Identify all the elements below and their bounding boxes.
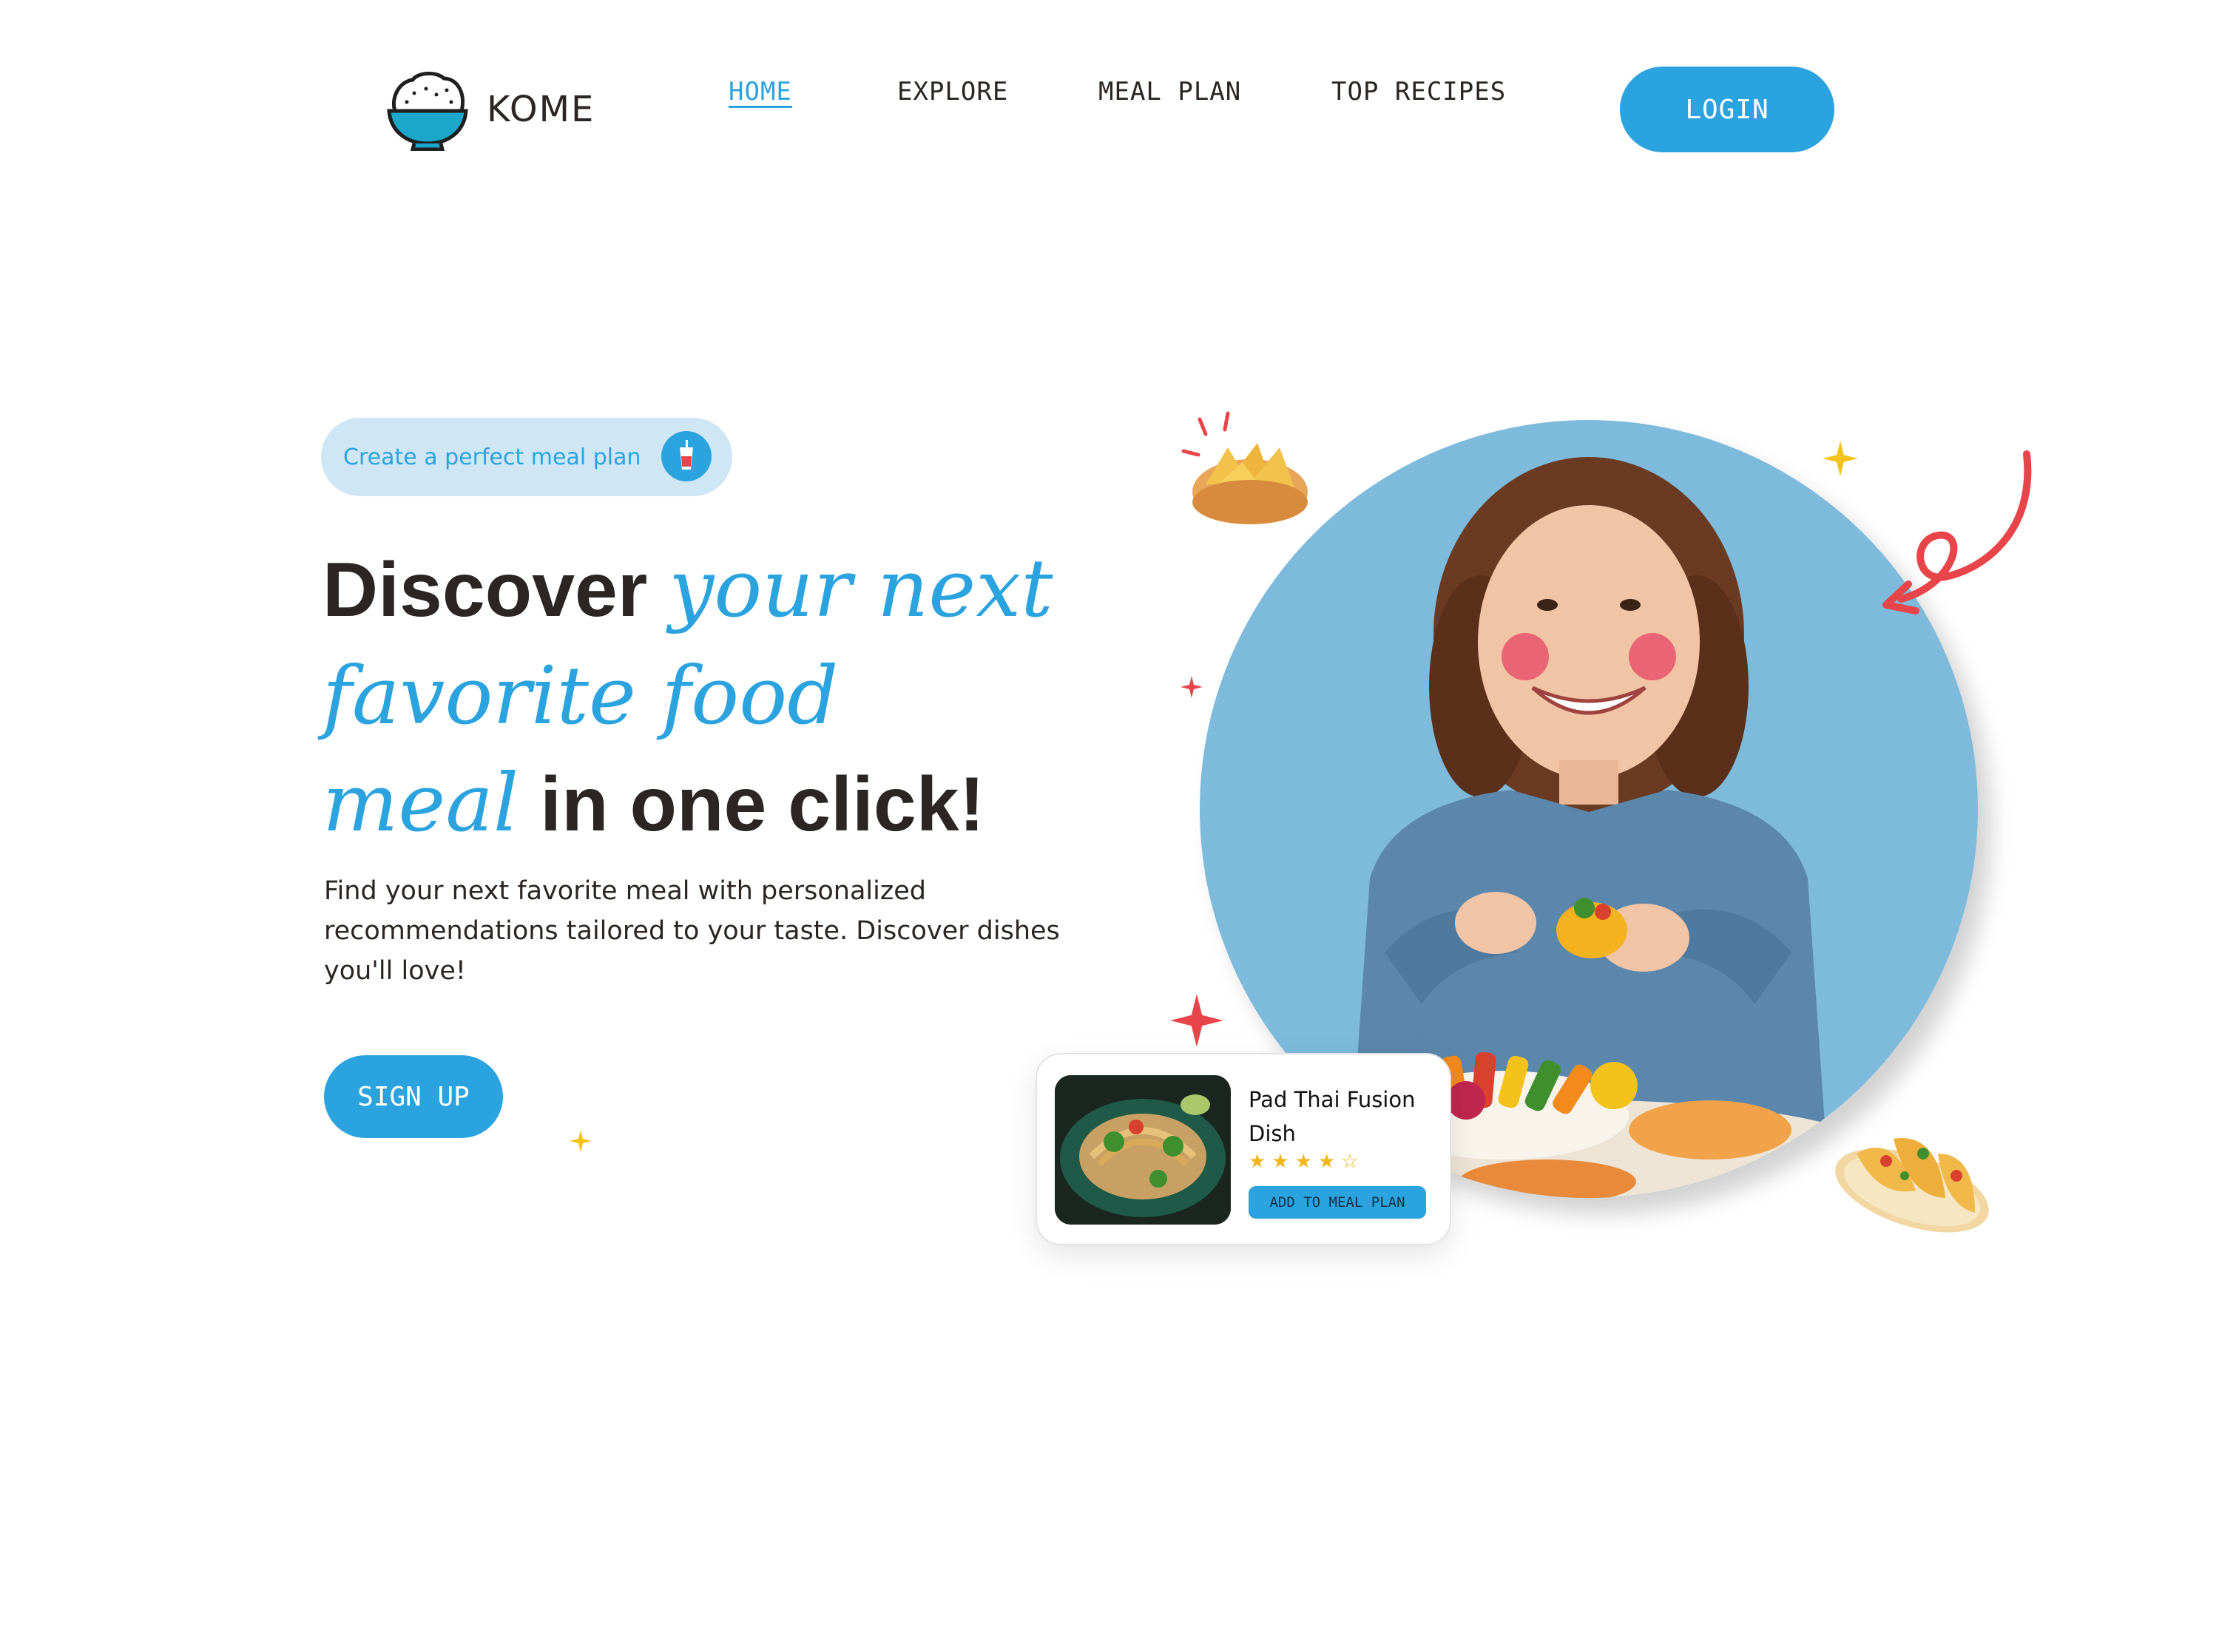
pill-label: Create a perfect meal plan bbox=[343, 444, 641, 470]
star-icon: ★ bbox=[1271, 1151, 1295, 1173]
hero-headline: Discover your next favorite food meal in… bbox=[322, 536, 1151, 858]
recipe-title: Pad Thai Fusion Dish bbox=[1249, 1087, 1416, 1146]
meal-plan-pill[interactable]: Create a perfect meal plan bbox=[321, 418, 732, 496]
nav-item-explore[interactable]: EXPLORE bbox=[897, 77, 1008, 106]
recipe-card[interactable]: Pad Thai Fusion Dish ★★★★☆ ADD TO MEAL P… bbox=[1036, 1053, 1451, 1245]
recipe-rating: ★★★★☆ bbox=[1249, 1151, 1365, 1173]
headline-part-1: Discover bbox=[322, 547, 648, 633]
tacos-plate-icon bbox=[1835, 1138, 1989, 1233]
sparkle-icon bbox=[1181, 676, 1203, 698]
sparkle-icon bbox=[570, 1130, 592, 1152]
headline-script-3: meal bbox=[322, 757, 519, 850]
nachos-bowl-icon bbox=[1181, 411, 1308, 524]
star-icon: ★ bbox=[1317, 1151, 1342, 1173]
nav-item-home[interactable]: HOME bbox=[729, 77, 792, 106]
curly-arrow-icon bbox=[1882, 450, 2032, 615]
star-icon: ★ bbox=[1294, 1151, 1318, 1173]
headline-part-2: in one click! bbox=[540, 762, 985, 847]
hero-subtext: Find your next favorite meal with person… bbox=[324, 876, 1060, 986]
signup-button[interactable]: SIGN UP bbox=[324, 1055, 503, 1138]
drink-cup-icon bbox=[661, 431, 712, 481]
rice-bowl-icon bbox=[387, 72, 468, 151]
star-icon: ★ bbox=[1249, 1151, 1272, 1173]
headline-script-2: favorite food bbox=[322, 650, 839, 742]
nav-item-meal-plan[interactable]: MEAL PLAN bbox=[1098, 77, 1241, 106]
star-outline-icon: ☆ bbox=[1341, 1151, 1365, 1173]
sparkle-icon bbox=[1823, 441, 1858, 476]
sparkle-icon bbox=[1170, 994, 1223, 1047]
recipe-image bbox=[1055, 1075, 1231, 1225]
brand-logo[interactable]: KOME bbox=[385, 68, 595, 151]
brand-name: KOME bbox=[487, 89, 595, 130]
headline-script-1: your next bbox=[669, 543, 1053, 635]
add-to-meal-plan-button[interactable]: ADD TO MEAL PLAN bbox=[1249, 1186, 1426, 1219]
nav-item-top-recipes[interactable]: TOP RECIPES bbox=[1331, 77, 1506, 106]
login-button[interactable]: LOGIN bbox=[1620, 67, 1834, 152]
